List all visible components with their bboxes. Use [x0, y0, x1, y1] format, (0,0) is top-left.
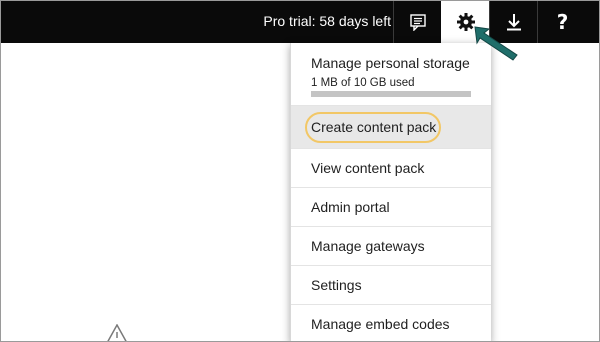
menu-item-view-content-pack[interactable]: View content pack: [291, 149, 491, 188]
menu-item-manage-gateways[interactable]: Manage gateways: [291, 227, 491, 266]
feedback-icon: [409, 14, 426, 31]
menu-item-label: Manage embed codes: [311, 316, 450, 332]
menu-item-label: Manage gateways: [311, 238, 425, 254]
storage-used-text: 1 MB of 10 GB used: [311, 77, 415, 89]
menu-item-label: Settings: [311, 277, 362, 293]
settings-button[interactable]: [441, 1, 489, 43]
menu-item-admin-portal[interactable]: Admin portal: [291, 188, 491, 227]
warning-icon: [107, 324, 127, 341]
app-frame: Pro trial: 58 days left ? Manage persona…: [0, 0, 600, 342]
gear-icon: [456, 13, 475, 31]
download-icon: [506, 14, 521, 31]
storage-usage-bar: [311, 91, 471, 97]
help-button[interactable]: ?: [537, 1, 587, 43]
menu-item-label: Admin portal: [311, 199, 390, 215]
manage-personal-storage[interactable]: Manage personal storage 1 MB of 10 GB us…: [291, 43, 491, 106]
menu-item-settings[interactable]: Settings: [291, 266, 491, 305]
menu-item-label: Create content pack: [311, 119, 437, 135]
download-button[interactable]: [489, 1, 537, 43]
top-bar: Pro trial: 58 days left ?: [1, 1, 599, 43]
pro-trial-status[interactable]: Pro trial: 58 days left: [263, 1, 391, 43]
help-icon: ?: [556, 10, 569, 34]
menu-item-create-content-pack[interactable]: Create content pack: [291, 106, 491, 149]
menu-item-manage-embed-codes[interactable]: Manage embed codes: [291, 305, 491, 341]
feedback-button[interactable]: [393, 1, 441, 43]
menu-item-label: View content pack: [311, 160, 425, 176]
settings-dropdown-menu: Manage personal storage 1 MB of 10 GB us…: [290, 43, 491, 341]
storage-title: Manage personal storage: [311, 55, 470, 71]
